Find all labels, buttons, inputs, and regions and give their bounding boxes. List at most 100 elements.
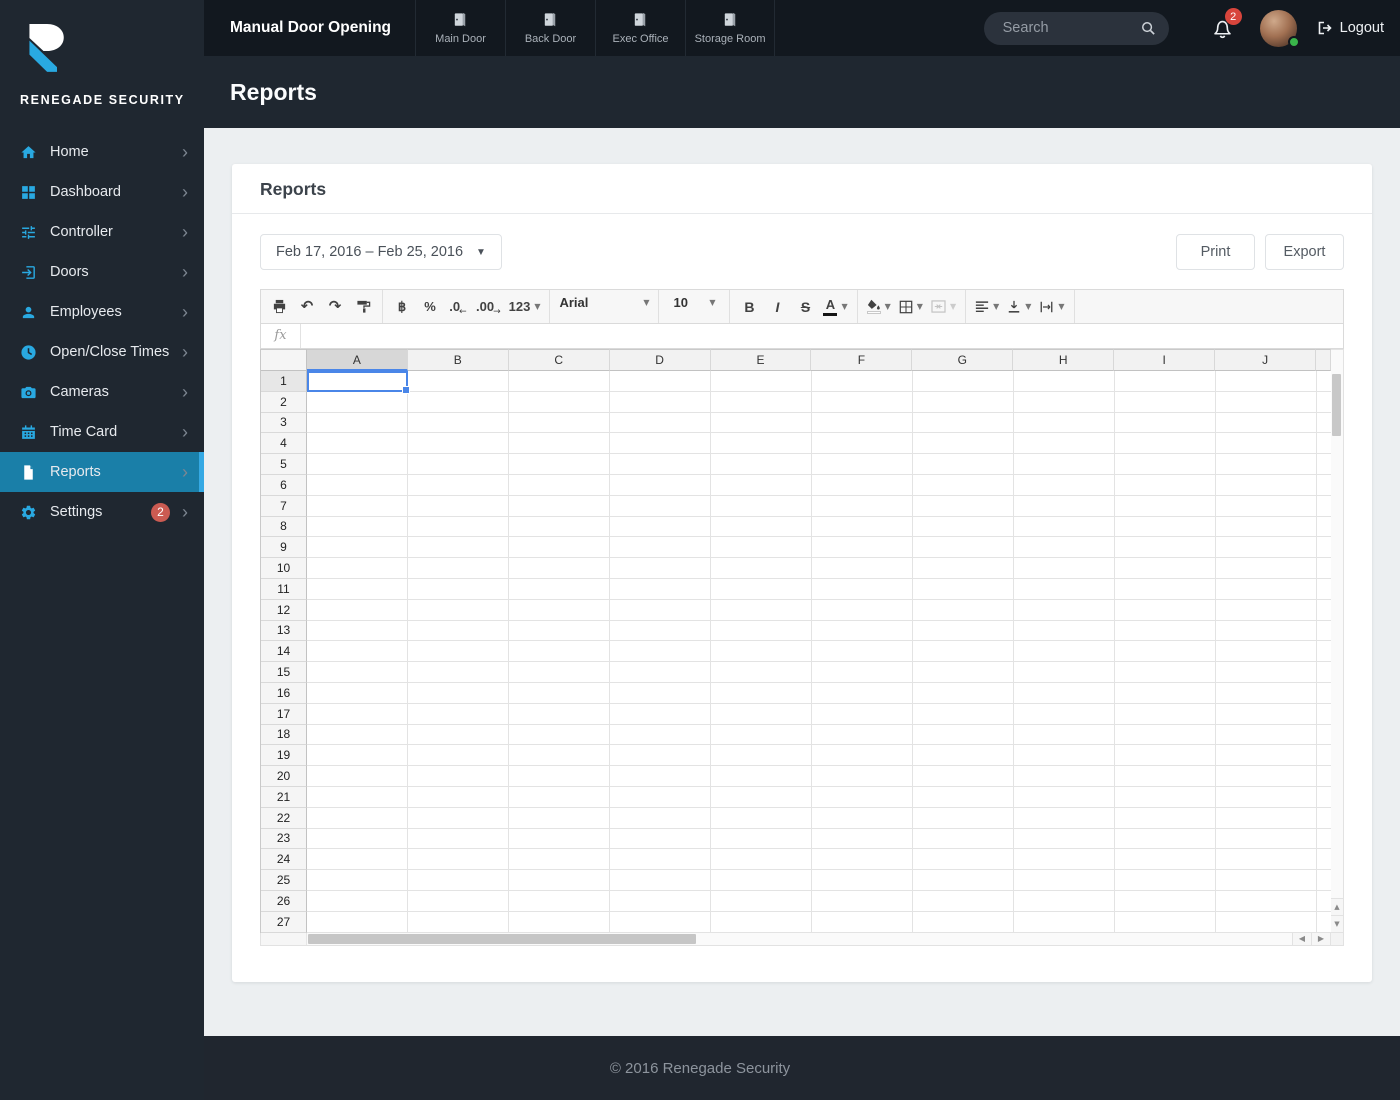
grid-cell-g3[interactable] [913, 412, 1014, 434]
grid-cell-f20[interactable] [812, 766, 913, 787]
grid-cell-b15[interactable] [408, 662, 509, 683]
grid-cell-f23[interactable] [812, 828, 913, 850]
grid-cell-h18[interactable] [1014, 724, 1115, 746]
grid-cell-h19[interactable] [1014, 745, 1115, 767]
grid-cell-a20[interactable] [307, 766, 408, 787]
grid-cell-i16[interactable] [1115, 682, 1216, 704]
grid-cell-j2[interactable] [1216, 391, 1317, 413]
vertical-scrollbar[interactable]: ▲ ▼ [1331, 349, 1344, 933]
grid-cell-f27[interactable] [812, 911, 913, 933]
strikethrough-button[interactable]: S [792, 294, 818, 319]
row-header-16[interactable]: 16 [261, 682, 307, 704]
grid-cell-g9[interactable] [913, 537, 1014, 559]
grid-cell-c20[interactable] [509, 766, 610, 787]
grid-cell-c2[interactable] [509, 391, 610, 413]
horizontal-align-button[interactable]: ▼ [972, 294, 1002, 319]
grid-cell-a25[interactable] [307, 870, 408, 891]
grid-cell-a3[interactable] [307, 412, 408, 434]
grid-cell-i10[interactable] [1115, 558, 1216, 579]
grid-cell-j8[interactable] [1216, 516, 1317, 538]
bold-button[interactable]: B [736, 294, 762, 319]
grid-cell-j24[interactable] [1216, 849, 1317, 871]
column-header-g[interactable]: G [912, 349, 1014, 371]
grid-cell-c6[interactable] [509, 474, 610, 496]
grid-cell-i2[interactable] [1115, 391, 1216, 413]
vertical-scrollbar-thumb[interactable] [1332, 374, 1341, 436]
grid-cell-f10[interactable] [812, 558, 913, 579]
grid-cell-e23[interactable] [711, 828, 812, 850]
grid-cell-a9[interactable] [307, 537, 408, 559]
grid-cell-a1[interactable] [307, 371, 410, 394]
grid-cell-d25[interactable] [610, 870, 711, 891]
grid-cell-i6[interactable] [1115, 474, 1216, 496]
sidebar-item-dashboard[interactable]: Dashboard › [0, 172, 204, 212]
grid-cell-g5[interactable] [913, 454, 1014, 475]
grid-cell-h7[interactable] [1014, 495, 1115, 517]
font-family-selector[interactable]: Arial ▼ [556, 290, 652, 315]
grid-cell-h25[interactable] [1014, 870, 1115, 891]
grid-cell-a8[interactable] [307, 516, 408, 538]
grid-cell-h11[interactable] [1014, 578, 1115, 600]
row-header-15[interactable]: 15 [261, 662, 307, 683]
sidebar-item-reports[interactable]: Reports › [0, 452, 204, 492]
grid-cell-d26[interactable] [610, 890, 711, 912]
grid-cell-f21[interactable] [812, 786, 913, 808]
grid-cell-i3[interactable] [1115, 412, 1216, 434]
grid-cell-i12[interactable] [1115, 599, 1216, 621]
sidebar-item-controller[interactable]: Controller › [0, 212, 204, 252]
row-header-4[interactable]: 4 [261, 433, 307, 455]
column-header-e[interactable]: E [710, 349, 812, 371]
grid-cell-a21[interactable] [307, 786, 408, 808]
grid-cell-c22[interactable] [509, 807, 610, 829]
grid-cell-d5[interactable] [610, 454, 711, 475]
grid-cell-a12[interactable] [307, 599, 408, 621]
grid-cell-c16[interactable] [509, 682, 610, 704]
grid-cell-b16[interactable] [408, 682, 509, 704]
grid-cell-i24[interactable] [1115, 849, 1216, 871]
grid-cell-f19[interactable] [812, 745, 913, 767]
grid-cell-e15[interactable] [711, 662, 812, 683]
grid-cell-f16[interactable] [812, 682, 913, 704]
grid-cell-b20[interactable] [408, 766, 509, 787]
print-sheet-button[interactable] [266, 294, 292, 319]
grid-cell-h20[interactable] [1014, 766, 1115, 787]
grid-cell-g1[interactable] [913, 371, 1014, 392]
horizontal-scrollbar-thumb[interactable] [308, 933, 696, 944]
grid-cell-j13[interactable] [1216, 620, 1317, 642]
grid-cell-j14[interactable] [1216, 641, 1317, 663]
grid-cell-d11[interactable] [610, 578, 711, 600]
grid-cell-f24[interactable] [812, 849, 913, 871]
grid-cell-d4[interactable] [610, 433, 711, 455]
grid-cell-j25[interactable] [1216, 870, 1317, 891]
grid-cell-e13[interactable] [711, 620, 812, 642]
scroll-up-arrow[interactable]: ▲ [1331, 897, 1343, 915]
grid-cell-i21[interactable] [1115, 786, 1216, 808]
row-header-12[interactable]: 12 [261, 599, 307, 621]
grid-cell-g8[interactable] [913, 516, 1014, 538]
row-header-21[interactable]: 21 [261, 786, 307, 808]
grid-cell-d18[interactable] [610, 724, 711, 746]
grid-cell-d20[interactable] [610, 766, 711, 787]
grid-cell-c10[interactable] [509, 558, 610, 579]
grid-cell-e6[interactable] [711, 474, 812, 496]
font-size-selector[interactable]: 10 ▼ [665, 290, 723, 315]
grid-cell-d10[interactable] [610, 558, 711, 579]
grid-cell-j6[interactable] [1216, 474, 1317, 496]
grid-cell-i17[interactable] [1115, 703, 1216, 725]
grid-cell-j23[interactable] [1216, 828, 1317, 850]
grid-cell-i1[interactable] [1115, 371, 1216, 392]
grid-cell-f26[interactable] [812, 890, 913, 912]
grid-cell-h6[interactable] [1014, 474, 1115, 496]
grid-cell-e5[interactable] [711, 454, 812, 475]
row-header-7[interactable]: 7 [261, 495, 307, 517]
grid-cell-a17[interactable] [307, 703, 408, 725]
grid-cell-e20[interactable] [711, 766, 812, 787]
grid-cell-h15[interactable] [1014, 662, 1115, 683]
grid-cell-g26[interactable] [913, 890, 1014, 912]
grid-cell-j20[interactable] [1216, 766, 1317, 787]
percent-format-button[interactable]: % [417, 294, 443, 319]
grid-cell-f7[interactable] [812, 495, 913, 517]
grid-cell-b11[interactable] [408, 578, 509, 600]
grid-cell-g2[interactable] [913, 391, 1014, 413]
row-header-3[interactable]: 3 [261, 412, 307, 434]
